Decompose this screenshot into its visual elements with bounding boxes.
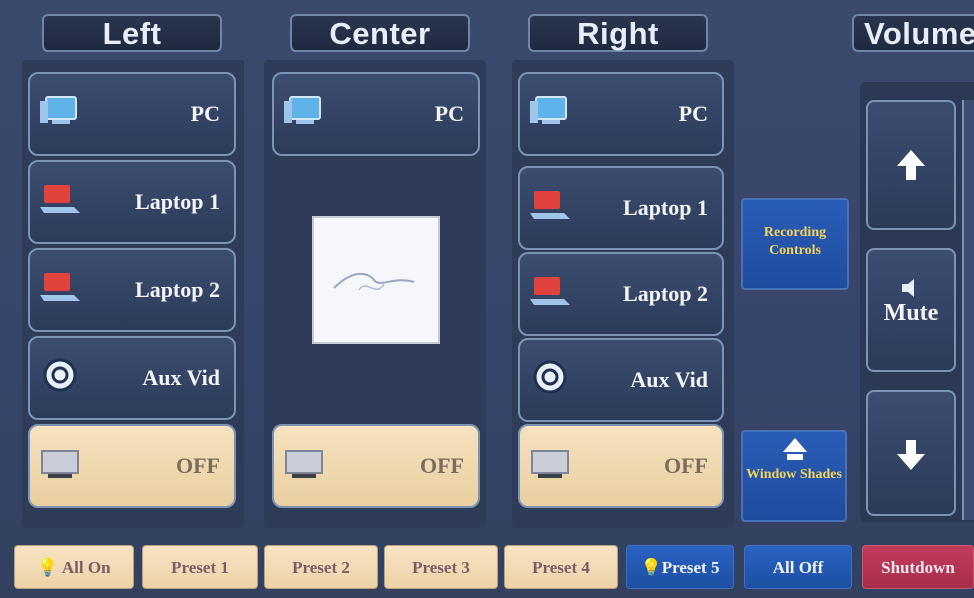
preset-1-button[interactable]: Preset 1 xyxy=(142,545,258,589)
laptop-icon xyxy=(38,181,84,223)
right-laptop1-label: Laptop 1 xyxy=(623,195,708,220)
volume-slider[interactable] xyxy=(962,100,974,520)
right-laptop1-button[interactable]: Laptop 1 xyxy=(518,166,724,250)
left-laptop1-label: Laptop 1 xyxy=(135,189,220,214)
right-aux-button[interactable]: Aux Vid xyxy=(518,338,724,422)
speaker-icon xyxy=(902,279,914,297)
left-off-label: OFF xyxy=(176,453,220,478)
right-aux-label: Aux Vid xyxy=(630,367,708,392)
shutdown-button[interactable]: Shutdown xyxy=(862,545,974,589)
left-laptop2-button[interactable]: Laptop 2 xyxy=(28,248,236,332)
monitor-icon xyxy=(38,93,84,135)
display-off-icon xyxy=(528,445,574,487)
bulb-icon: 💡 xyxy=(37,558,59,577)
center-pc-label: PC xyxy=(434,101,464,126)
aux-video-icon xyxy=(38,357,84,399)
header-center: Center xyxy=(290,14,470,52)
laptop-icon xyxy=(38,269,84,311)
header-volume: Volume xyxy=(852,14,974,52)
preset-3-button[interactable]: Preset 3 xyxy=(384,545,498,589)
right-laptop2-label: Laptop 2 xyxy=(623,281,708,306)
signature-graphic xyxy=(333,272,415,291)
right-off-button[interactable]: OFF xyxy=(518,424,724,508)
display-off-icon xyxy=(282,445,328,487)
left-off-button[interactable]: OFF xyxy=(28,424,236,508)
shades-icon xyxy=(783,438,807,460)
right-pc-button[interactable]: PC xyxy=(518,72,724,156)
window-shades-label: Window Shades xyxy=(746,467,842,482)
center-preview-image xyxy=(312,216,440,344)
center-off-button[interactable]: OFF xyxy=(272,424,480,508)
left-aux-label: Aux Vid xyxy=(142,365,220,390)
preset-4-button[interactable]: Preset 4 xyxy=(504,545,618,589)
preset-5-button[interactable]: 💡Preset 5 xyxy=(626,545,734,589)
bulb-icon: 💡 xyxy=(640,558,662,577)
monitor-icon xyxy=(528,93,574,135)
left-laptop1-button[interactable]: Laptop 1 xyxy=(28,160,236,244)
right-pc-label: PC xyxy=(678,101,708,126)
control-panel: Left Center Right Volume PC Laptop 1 Lap… xyxy=(0,0,974,598)
aux-video-icon xyxy=(528,359,574,401)
arrow-down-icon xyxy=(897,440,925,470)
volume-down-button[interactable] xyxy=(866,390,956,516)
recording-controls-button[interactable]: Recording Controls xyxy=(741,198,849,290)
laptop-icon xyxy=(528,273,574,315)
window-shades-button[interactable]: Window Shades xyxy=(741,430,847,522)
preset-5-label: Preset 5 xyxy=(661,558,720,577)
header-right: Right xyxy=(528,14,708,52)
all-off-button[interactable]: All Off xyxy=(744,545,852,589)
center-pc-button[interactable]: PC xyxy=(272,72,480,156)
left-pc-label: PC xyxy=(190,101,220,126)
right-off-label: OFF xyxy=(664,453,708,478)
center-off-label: OFF xyxy=(420,453,464,478)
arrow-up-icon xyxy=(897,150,925,180)
mute-label: Mute xyxy=(883,300,939,326)
volume-up-button[interactable] xyxy=(866,100,956,230)
header-left: Left xyxy=(42,14,222,52)
monitor-icon xyxy=(282,93,328,135)
preset-2-button[interactable]: Preset 2 xyxy=(264,545,378,589)
all-on-label: All On xyxy=(61,558,111,577)
all-on-button[interactable]: 💡 All On xyxy=(14,545,134,589)
mute-button[interactable]: Mute xyxy=(866,248,956,372)
display-off-icon xyxy=(38,445,84,487)
left-aux-button[interactable]: Aux Vid xyxy=(28,336,236,420)
laptop-icon xyxy=(528,187,574,229)
left-pc-button[interactable]: PC xyxy=(28,72,236,156)
right-laptop2-button[interactable]: Laptop 2 xyxy=(518,252,724,336)
left-laptop2-label: Laptop 2 xyxy=(135,277,220,302)
